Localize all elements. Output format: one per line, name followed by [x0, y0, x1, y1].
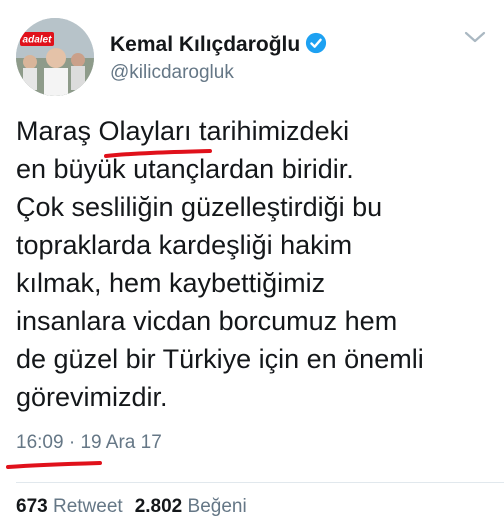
tweet-text-line: insanlara vicdan borcumuz hem: [16, 306, 398, 336]
author-name-row[interactable]: Kemal Kılıçdaroğlu: [110, 32, 327, 57]
like-stat[interactable]: 2.802 Beğeni: [135, 496, 247, 517]
tweet-text-line: Maraş Olayları tarihimizdeki: [16, 116, 350, 146]
tweet-text-line: Çok sesliliğin güzelleştirdiği bu: [16, 192, 383, 222]
author-name[interactable]: Kemal Kılıçdaroğlu: [110, 33, 300, 56]
tweet-card: adalet Kemal Kılıçdaroğlu @kilicdarogluk…: [0, 0, 504, 525]
avatar-photo: adalet: [16, 18, 94, 96]
retweet-stat[interactable]: 673 Retweet: [16, 496, 123, 517]
like-label: Beğeni: [187, 496, 247, 517]
divider: [16, 482, 504, 483]
tweet-text-line: görevimizdir.: [16, 382, 168, 412]
tweet-text-line: kılmak, hem kaybettiğimiz: [16, 268, 326, 298]
tweet-text-line: en büyük utançlardan biridir.: [16, 154, 354, 184]
tweet-text-line: de güzel bir Türkiye için en önemli: [16, 344, 424, 374]
red-underline-annotation: [104, 149, 212, 158]
tweet-time[interactable]: 16:09: [16, 432, 64, 453]
tweet-date[interactable]: 19 Ara 17: [80, 432, 161, 453]
chevron-down-icon[interactable]: [464, 30, 486, 44]
avatar-badge-text: adalet: [23, 35, 53, 46]
engagement-stats: 673 Retweet 2.802 Beğeni: [16, 496, 247, 518]
retweet-label: Retweet: [52, 496, 123, 517]
verified-badge-icon: [306, 32, 327, 54]
like-count: 2.802: [134, 496, 183, 517]
red-underline-annotation: [6, 461, 102, 469]
tweet-text: Maraş Olayları tarihimizdeki en büyük ut…: [16, 112, 496, 416]
tweet-timestamp[interactable]: 16:09 · 19 Ara 17: [16, 432, 162, 454]
author-handle[interactable]: @kilicdarogluk: [110, 62, 234, 84]
tweet-text-line: topraklarda kardeşliği hakim: [16, 230, 353, 260]
retweet-count: 673: [16, 496, 48, 517]
avatar[interactable]: adalet: [16, 18, 94, 96]
meta-separator: ·: [68, 432, 76, 453]
